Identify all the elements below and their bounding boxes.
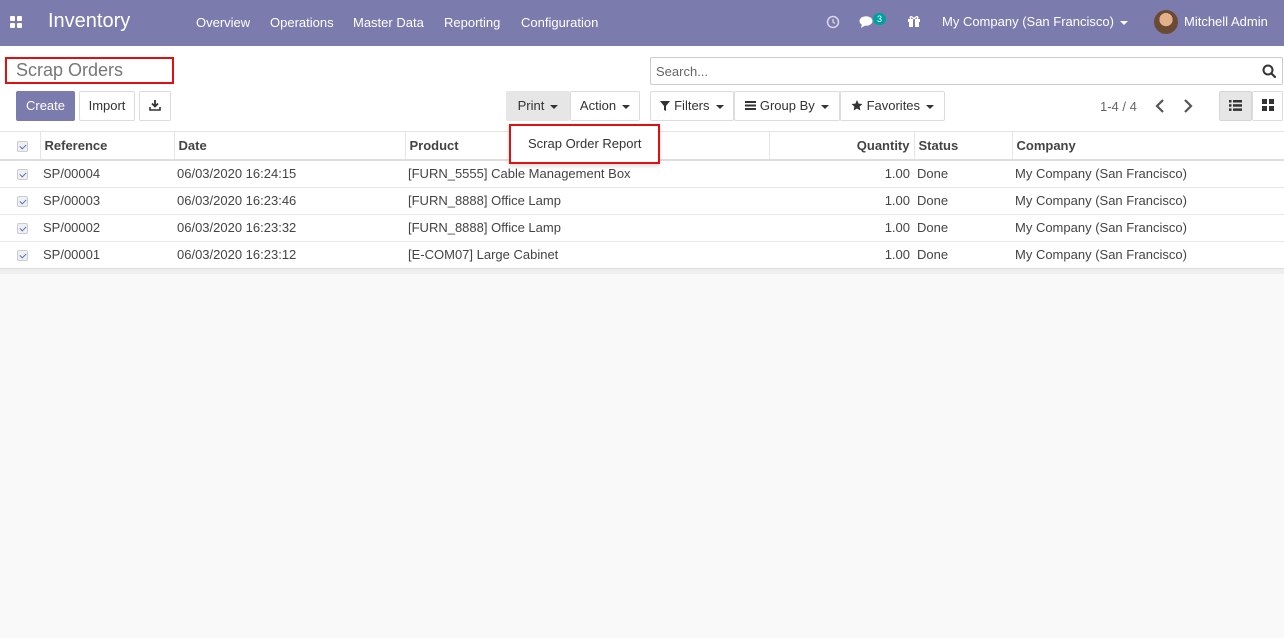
cell-product: [FURN_8888] Office Lamp	[405, 186, 769, 214]
table-footer	[0, 267, 1284, 274]
star-icon	[851, 99, 863, 111]
filter-icon	[660, 100, 671, 111]
download-icon	[149, 100, 161, 111]
cell-company: My Company (San Francisco)	[1012, 213, 1284, 241]
menu-master-data[interactable]: Master Data	[353, 15, 424, 30]
chevron-down-icon	[550, 104, 559, 109]
table-row[interactable]: SP/00001 06/03/2020 16:23:12 [E-COM07] L…	[0, 240, 1284, 268]
page-title: Scrap Orders	[16, 60, 124, 80]
select-all-checkbox[interactable]	[0, 132, 40, 161]
group-by-button[interactable]: Group By	[734, 91, 840, 121]
row-checkbox[interactable]	[0, 186, 40, 214]
cell-company: My Company (San Francisco)	[1012, 186, 1284, 214]
cell-quantity: 1.00	[769, 240, 914, 268]
chevron-down-icon	[715, 104, 724, 109]
menu-reporting[interactable]: Reporting	[444, 15, 500, 30]
avatar[interactable]	[1154, 10, 1178, 34]
cell-quantity: 1.00	[769, 213, 914, 241]
favorites-label: Favorites	[866, 98, 921, 113]
action-button[interactable]: Action	[570, 91, 640, 121]
row-checkbox[interactable]	[0, 159, 40, 187]
cell-reference: SP/00002	[40, 213, 174, 241]
top-navbar: Inventory Overview Operations Master Dat…	[0, 0, 1284, 46]
cell-reference: SP/00001	[40, 240, 174, 268]
search-input[interactable]	[651, 58, 1241, 84]
column-header-status[interactable]: Status	[913, 132, 1012, 161]
chevron-down-icon	[820, 104, 829, 109]
cell-quantity: 1.00	[769, 186, 914, 214]
cell-status: Done	[914, 213, 1012, 241]
favorites-button[interactable]: Favorites	[840, 91, 945, 121]
action-label: Action	[579, 98, 617, 113]
cell-status: Done	[914, 159, 1012, 187]
menu-overview[interactable]: Overview	[196, 15, 250, 30]
print-dropdown-menu: Scrap Order Report	[509, 124, 660, 164]
cell-date: 06/03/2020 16:24:15	[174, 159, 405, 187]
cell-status: Done	[914, 186, 1012, 214]
pager-value[interactable]: 1-4 / 4	[1100, 99, 1137, 114]
column-header-reference[interactable]: Reference	[39, 132, 174, 161]
cell-company: My Company (San Francisco)	[1012, 240, 1284, 268]
user-name[interactable]: Mitchell Admin	[1184, 14, 1268, 29]
company-name: My Company (San Francisco)	[942, 14, 1114, 29]
column-header-company[interactable]: Company	[1011, 132, 1284, 161]
filters-button[interactable]: Filters	[650, 91, 734, 121]
print-menu-item-scrap-order-report[interactable]: Scrap Order Report	[528, 136, 641, 151]
table-row[interactable]: SP/00002 06/03/2020 16:23:32 [FURN_8888]…	[0, 213, 1284, 241]
print-label: Print	[517, 98, 545, 113]
clock-icon[interactable]	[826, 15, 840, 29]
cell-product: [E-COM07] Large Cabinet	[405, 240, 769, 268]
chevron-right-icon[interactable]	[1181, 98, 1195, 114]
table-row[interactable]: SP/00004 06/03/2020 16:24:15 [FURN_5555]…	[0, 159, 1284, 187]
cell-reference: SP/00003	[40, 186, 174, 214]
cell-date: 06/03/2020 16:23:12	[174, 240, 405, 268]
column-header-quantity[interactable]: Quantity	[768, 132, 914, 161]
cell-product: [FURN_8888] Office Lamp	[405, 213, 769, 241]
search-bar	[650, 57, 1283, 85]
menu-configuration[interactable]: Configuration	[521, 15, 598, 30]
group-by-label: Group By	[759, 98, 815, 113]
kanban-view-icon	[1261, 99, 1274, 112]
notification-badge: 3	[873, 13, 887, 25]
chevron-down-icon	[1119, 20, 1128, 25]
cell-date: 06/03/2020 16:23:46	[174, 186, 405, 214]
menu-operations[interactable]: Operations	[270, 15, 334, 30]
create-button[interactable]: Create	[16, 91, 75, 121]
row-checkbox[interactable]	[0, 213, 40, 241]
column-header-date[interactable]: Date	[173, 132, 405, 161]
list-view-icon	[1229, 99, 1242, 111]
cell-date: 06/03/2020 16:23:32	[174, 213, 405, 241]
app-brand[interactable]: Inventory	[48, 10, 130, 33]
chevron-down-icon	[926, 104, 935, 109]
bars-icon	[745, 101, 757, 111]
list-view-button[interactable]	[1219, 91, 1252, 121]
print-button[interactable]: Print	[506, 91, 570, 121]
kanban-view-button[interactable]	[1252, 91, 1283, 121]
cell-company: My Company (San Francisco)	[1012, 159, 1284, 187]
apps-grid-icon[interactable]	[10, 16, 23, 29]
gift-icon[interactable]	[907, 14, 921, 28]
cell-product: [FURN_5555] Cable Management Box	[405, 159, 769, 187]
filters-label: Filters	[674, 98, 710, 113]
import-button[interactable]: Import	[79, 91, 135, 121]
chevron-left-icon[interactable]	[1153, 98, 1167, 114]
cell-quantity: 1.00	[769, 159, 914, 187]
table-row[interactable]: SP/00003 06/03/2020 16:23:46 [FURN_8888]…	[0, 186, 1284, 214]
search-icon[interactable]	[1262, 64, 1276, 78]
cell-reference: SP/00004	[40, 159, 174, 187]
company-switcher[interactable]: My Company (San Francisco)	[942, 14, 1128, 29]
export-button[interactable]	[139, 91, 171, 121]
cell-status: Done	[914, 240, 1012, 268]
chevron-down-icon	[622, 104, 631, 109]
row-checkbox[interactable]	[0, 240, 40, 268]
